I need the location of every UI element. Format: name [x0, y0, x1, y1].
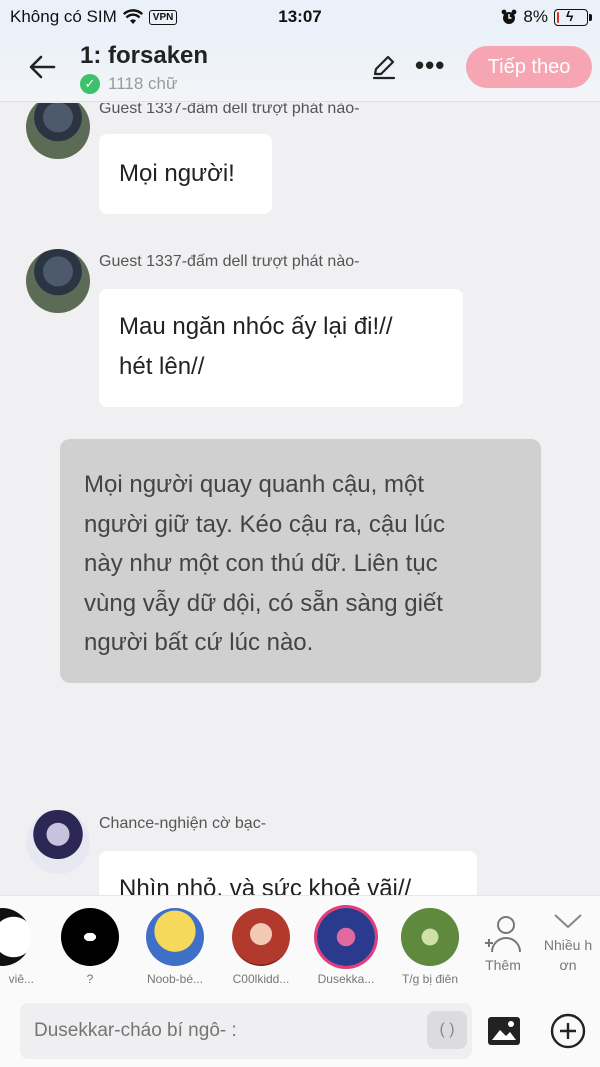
- chapter-title: 1: forsaken: [80, 42, 209, 69]
- message-bubble: Mau ngăn nhóc ấy lại đi!// hét lên//: [99, 289, 463, 407]
- character-name: C00lkidd...: [232, 972, 290, 986]
- message-text: Nhìn nhỏ, và sức khoẻ vãi//: [119, 875, 412, 895]
- avatar-guest-1337[interactable]: [26, 249, 90, 313]
- narration-line: này như một con thú dữ. Liên tục: [84, 550, 438, 577]
- message-bubble: Nhìn nhỏ, và sức khoẻ vãi//: [99, 851, 477, 895]
- narration-line: Mọi người quay quanh cậu, một: [84, 471, 424, 498]
- battery-fill: [557, 11, 559, 23]
- character-strip[interactable]: viê... ? Noob-bé... C00lkidd... Dusekka.…: [0, 895, 600, 995]
- sender-name: Guest 1337-đấm dell trượt phát nào-: [99, 253, 360, 270]
- character-avatar: [317, 908, 375, 966]
- character-item[interactable]: T/g bị điên: [390, 908, 470, 986]
- character-avatar: [61, 908, 119, 966]
- narration-line: người bất cứ lúc nào.: [84, 629, 314, 656]
- chat-area[interactable]: Guest 1337-đấm dell trượt phát nào- Mọi …: [0, 103, 600, 895]
- charging-bolt-icon: ϟ: [566, 7, 574, 24]
- back-arrow-icon[interactable]: [26, 50, 60, 84]
- story-header: 1: forsaken ✓ 1118 chữ ••• Tiếp theo: [0, 34, 600, 102]
- character-name: T/g bị điên: [401, 972, 459, 986]
- chevron-down-icon: [554, 914, 582, 929]
- add-user-icon: [485, 916, 521, 953]
- character-avatar: [0, 908, 31, 966]
- character-item-selected[interactable]: Dusekka...: [306, 908, 386, 986]
- message-bubble: Mọi người!: [99, 134, 272, 214]
- expand-characters-button[interactable]: Nhiều h ơn: [538, 912, 598, 975]
- character-avatar: [232, 908, 290, 966]
- status-bar: Không có SIM VPN 13:07 8% ϟ: [0, 0, 600, 34]
- message-line: Mau ngăn nhóc ấy lại đi!//: [119, 313, 393, 340]
- avatar-guest-1337[interactable]: [26, 103, 90, 159]
- character-item[interactable]: ?: [50, 908, 130, 986]
- battery-percent: 8%: [523, 7, 548, 26]
- character-avatar: [401, 908, 459, 966]
- character-avatar: [146, 908, 204, 966]
- plus-circle-icon[interactable]: [550, 1013, 586, 1049]
- character-item[interactable]: viê...: [0, 908, 42, 986]
- message-line: hét lên//: [119, 353, 205, 380]
- add-character-label: Thêm: [485, 957, 521, 973]
- add-character-button[interactable]: Thêm: [478, 914, 528, 973]
- word-count-label: 1118 chữ: [108, 74, 178, 93]
- battery-icon: ϟ: [554, 7, 592, 26]
- message-input[interactable]: [20, 1003, 472, 1059]
- character-item[interactable]: C00lkidd...: [221, 908, 301, 986]
- character-name: viê...: [8, 972, 34, 986]
- character-name: Dusekka...: [317, 972, 375, 986]
- narration-line: người giữ tay. Kéo cậu ra, cậu lúc: [84, 510, 445, 538]
- parentheses-button[interactable]: ( ): [427, 1011, 467, 1049]
- expand-label: Nhiều h: [543, 937, 593, 953]
- word-count: ✓ 1118 chữ: [80, 74, 177, 94]
- expand-label-cont: ơn: [559, 957, 577, 973]
- narration-block: Mọi người quay quanh cậu, một người giữ …: [60, 439, 541, 683]
- character-name: Noob-bé...: [146, 972, 204, 986]
- check-icon: ✓: [80, 74, 100, 94]
- next-chapter-button[interactable]: Tiếp theo: [466, 46, 592, 88]
- character-name: ?: [86, 972, 94, 986]
- character-item[interactable]: Noob-bé...: [135, 908, 215, 986]
- more-options-icon[interactable]: •••: [415, 50, 445, 81]
- narration-line: vùng vẫy dữ dội, có sẵn sàng giết: [84, 589, 443, 617]
- input-bar: ( ): [0, 995, 600, 1067]
- sender-name: Chance-nghiện cờ bạc-: [99, 815, 267, 832]
- alarm-icon: [502, 9, 517, 24]
- sender-name: Guest 1337-đấm dell trượt phát nào-: [99, 103, 360, 117]
- message-text: Mọi người!: [119, 160, 235, 187]
- image-icon[interactable]: [487, 1016, 521, 1046]
- avatar-chance[interactable]: [26, 810, 90, 874]
- pencil-icon[interactable]: [370, 53, 398, 81]
